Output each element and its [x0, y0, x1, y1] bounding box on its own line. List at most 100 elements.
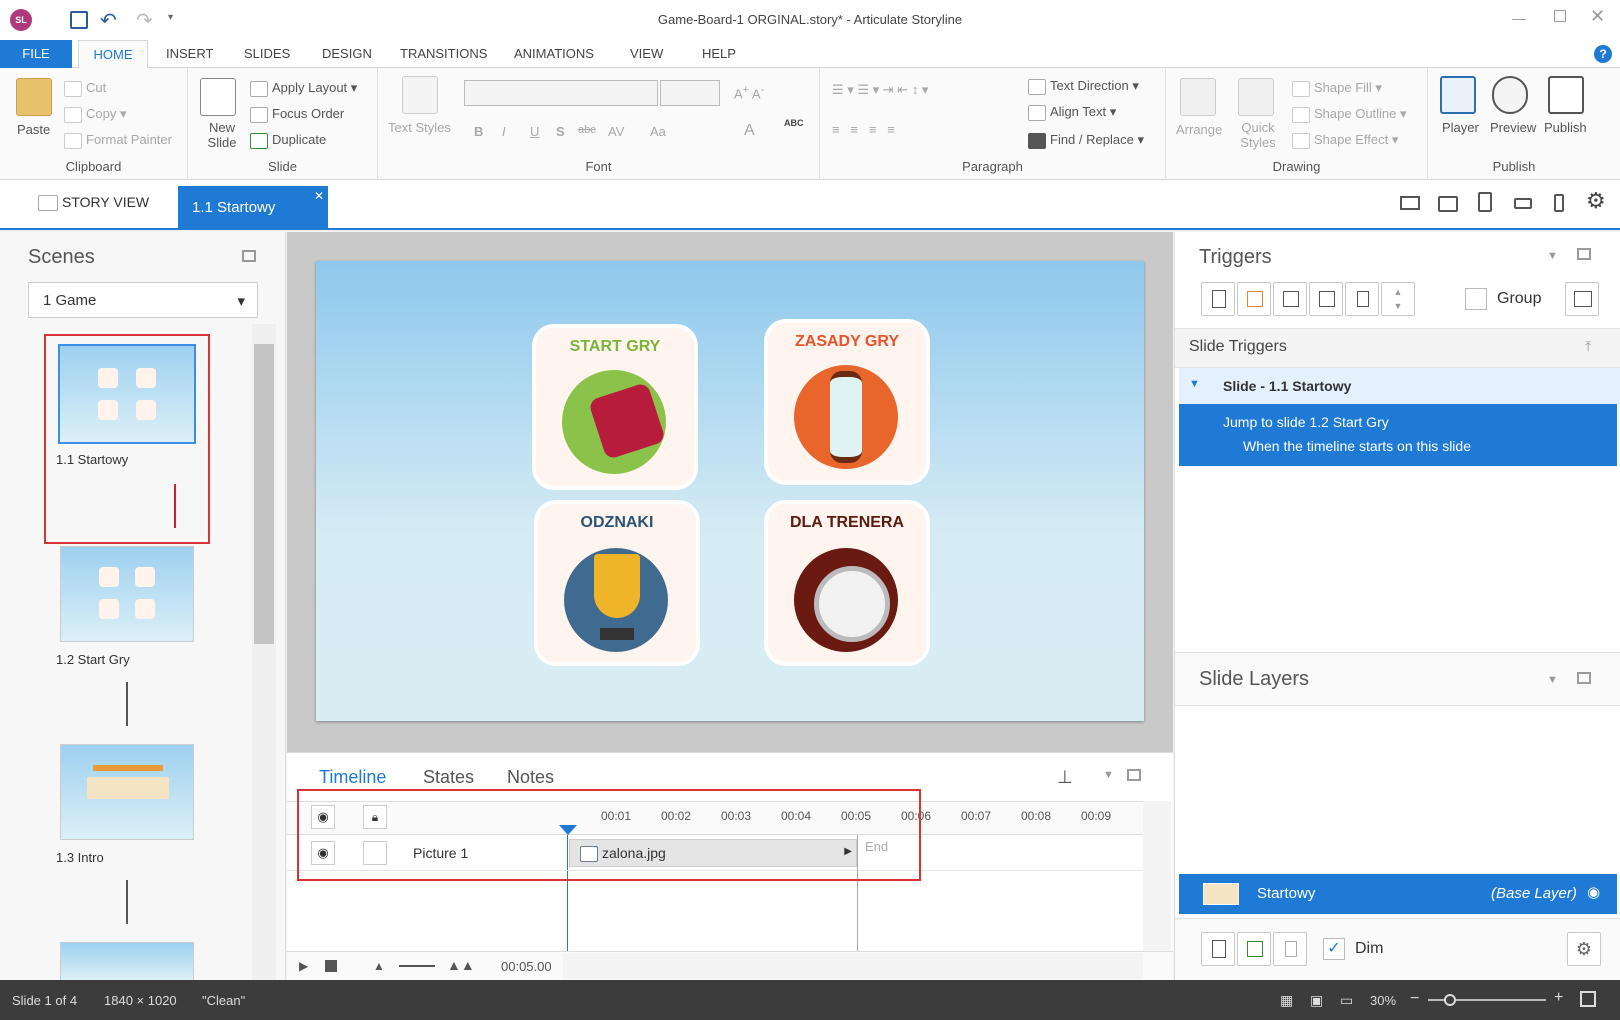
scrollbar[interactable]	[252, 324, 276, 980]
shape-outline-button[interactable]: Shape Outline ▾	[1292, 106, 1407, 123]
grow-font-button[interactable]: A+ A-	[734, 84, 764, 101]
copy-trigger-button[interactable]	[1273, 282, 1307, 316]
grid-view-icon[interactable]: ▦	[1280, 992, 1293, 1009]
tablet-landscape-icon[interactable]	[1438, 196, 1458, 212]
align-text-button[interactable]: Align Text ▾	[1028, 104, 1116, 121]
panel-pin-icon[interactable]	[1577, 248, 1591, 260]
slide-thumbnail[interactable]	[58, 344, 196, 444]
change-case-button[interactable]: Aa	[650, 124, 666, 139]
move-trigger-button[interactable]: ▲ ▼	[1381, 282, 1415, 316]
zoom-slider[interactable]	[399, 965, 435, 967]
group-checkbox[interactable]	[1465, 288, 1487, 310]
quick-access-dropdown-icon[interactable]: ▾	[168, 12, 173, 23]
chevron-down-icon[interactable]: ▼	[1103, 769, 1114, 781]
text-direction-button[interactable]: Text Direction ▾	[1028, 78, 1139, 95]
add-cue-point-icon[interactable]: ⊥	[1057, 767, 1073, 788]
publish-button[interactable]: Publish	[1544, 120, 1587, 135]
tab-home[interactable]: HOME	[78, 40, 148, 69]
duplicate-layer-button[interactable]	[1237, 932, 1271, 966]
phone-landscape-icon[interactable]	[1514, 198, 1532, 209]
arrange-icon[interactable]	[1180, 78, 1216, 116]
stop-icon[interactable]	[325, 960, 337, 972]
zoom-out-icon[interactable]: ▲	[373, 959, 385, 973]
minimize-button[interactable]: —	[1512, 10, 1526, 26]
copy-button[interactable]: Copy ▾	[64, 106, 127, 123]
variables-button[interactable]	[1565, 282, 1599, 316]
cut-button[interactable]: Cut	[64, 80, 106, 97]
tile-start-gry[interactable]: START GRY	[536, 328, 694, 486]
panel-pin-icon[interactable]	[242, 250, 256, 262]
focus-order-button[interactable]: Focus Order	[250, 106, 344, 123]
slide-tab[interactable]: 1.1 Startowy ✕	[178, 186, 328, 230]
delete-layer-button[interactable]	[1273, 932, 1307, 966]
new-layer-button[interactable]	[1201, 932, 1235, 966]
collapse-icon[interactable]: ⤒	[1585, 338, 1591, 355]
help-icon[interactable]: ?	[1594, 45, 1612, 63]
tab-slides[interactable]: SLIDES	[244, 40, 290, 68]
paste-button[interactable]: Paste	[17, 122, 50, 137]
paste-trigger-button[interactable]	[1309, 282, 1343, 316]
gear-icon[interactable]: ⚙	[1586, 188, 1606, 214]
paste-icon[interactable]	[16, 78, 52, 116]
scrollbar-thumb[interactable]	[254, 344, 274, 644]
panel-pin-icon[interactable]	[1127, 769, 1141, 781]
chevron-down-icon[interactable]: ▼	[1547, 250, 1558, 262]
chevron-down-icon[interactable]: ▼	[1547, 674, 1558, 686]
tab-help[interactable]: HELP	[702, 40, 736, 68]
underline-button[interactable]: U	[530, 124, 539, 139]
maximize-button[interactable]	[1554, 10, 1566, 22]
zoom-slider[interactable]	[1428, 994, 1546, 1006]
player-icon[interactable]	[1440, 76, 1476, 114]
player-button[interactable]: Player	[1442, 120, 1479, 135]
shape-fill-button[interactable]: Shape Fill ▾	[1292, 80, 1382, 97]
tile-dla-trenera[interactable]: DLA TRENERA	[768, 504, 926, 662]
spell-check-button[interactable]: ABC	[784, 118, 804, 128]
normal-view-icon[interactable]: ▣	[1310, 992, 1323, 1009]
new-trigger-button[interactable]	[1201, 282, 1235, 316]
play-icon[interactable]: ▶	[299, 959, 308, 973]
tab-states[interactable]: States	[423, 767, 474, 788]
tab-view[interactable]: VIEW	[630, 40, 663, 68]
slide-canvas[interactable]: START GRY ZASADY GRY ODZNAKI DLA TRENERA	[316, 261, 1144, 721]
bullets-button[interactable]: ☰ ▾ ☰ ▾ ⇥ ⇤ ↕ ▾	[832, 82, 928, 98]
italic-button[interactable]: I	[502, 124, 506, 139]
story-view-tab[interactable]: STORY VIEW	[38, 194, 149, 212]
dim-checkbox[interactable]: ✓	[1323, 938, 1345, 960]
slide-thumbnail[interactable]	[60, 546, 194, 642]
apply-layout-button[interactable]: Apply Layout ▾	[250, 80, 357, 97]
scene-select[interactable]: 1 Game ▾	[28, 282, 258, 318]
tab-design[interactable]: DESIGN	[322, 40, 372, 68]
zoom-out-button[interactable]: −	[1410, 990, 1419, 1008]
slideshow-icon[interactable]: ▭	[1340, 992, 1353, 1009]
close-tab-icon[interactable]: ✕	[314, 174, 324, 218]
tile-odznaki[interactable]: ODZNAKI	[538, 504, 696, 662]
preview-icon[interactable]	[1492, 76, 1528, 114]
zoom-in-button[interactable]: +	[1554, 989, 1563, 1007]
font-family-select[interactable]	[464, 80, 658, 106]
layer-settings-button[interactable]: ⚙	[1567, 932, 1601, 966]
tab-transitions[interactable]: TRANSITIONS	[400, 40, 487, 68]
tablet-portrait-icon[interactable]	[1478, 192, 1492, 212]
zoom-in-icon[interactable]: ▲▲	[447, 957, 475, 973]
new-slide-button[interactable]: New Slide	[198, 120, 246, 150]
tab-animations[interactable]: ANIMATIONS	[514, 40, 594, 68]
format-painter-button[interactable]: Format Painter	[64, 132, 172, 149]
font-color-button[interactable]: A	[744, 122, 755, 140]
fit-to-window-icon[interactable]	[1580, 991, 1596, 1007]
panel-pin-icon[interactable]	[1577, 672, 1591, 684]
close-button[interactable]: ✕	[1590, 6, 1605, 27]
quick-styles-icon[interactable]	[1238, 78, 1274, 116]
desktop-view-icon[interactable]	[1400, 196, 1420, 210]
delete-trigger-button[interactable]	[1345, 282, 1379, 316]
tab-file[interactable]: FILE	[0, 40, 72, 68]
tile-zasady-gry[interactable]: ZASADY GRY	[768, 323, 926, 481]
strikethrough-button[interactable]: abc	[578, 124, 596, 136]
align-buttons[interactable]: ≡ ≡ ≡ ≡	[832, 122, 895, 137]
find-replace-button[interactable]: Find / Replace ▾	[1028, 132, 1144, 149]
shape-effect-button[interactable]: Shape Effect ▾	[1292, 132, 1398, 149]
zoom-slider-thumb[interactable]	[1444, 994, 1456, 1006]
duplicate-button[interactable]: Duplicate	[250, 132, 326, 149]
phone-portrait-icon[interactable]	[1554, 194, 1564, 212]
slide-thumbnail[interactable]	[60, 942, 194, 980]
tab-timeline[interactable]: Timeline	[319, 767, 386, 788]
